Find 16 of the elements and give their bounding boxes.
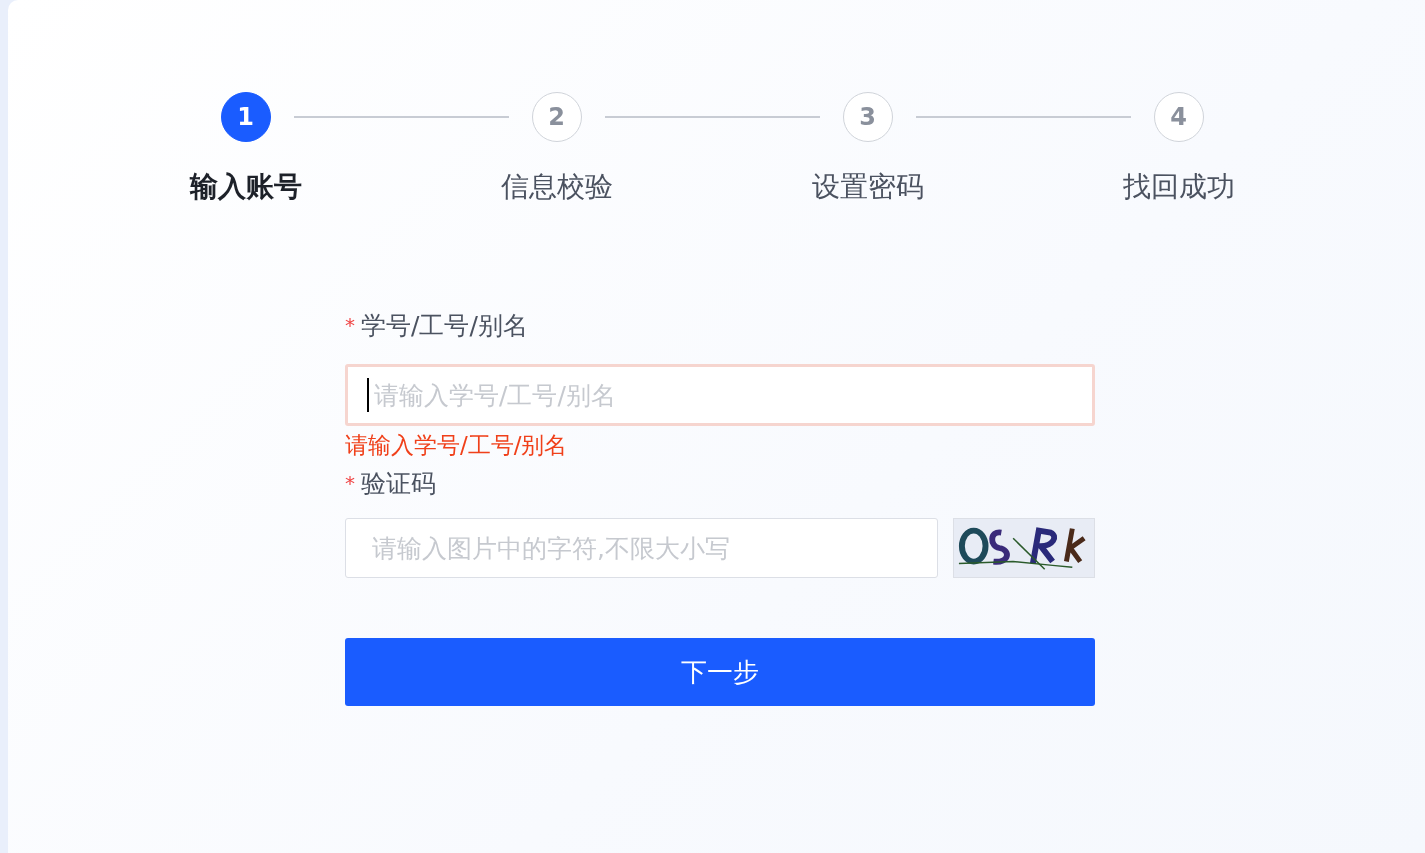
error-message: 请输入学号/工号/别名	[345, 431, 569, 460]
input-field[interactable]: 请输入图片中的字符,不限大小写	[345, 518, 938, 578]
step-label: 信息校验	[500, 169, 613, 205]
step-label: 设置密码	[811, 169, 924, 205]
field-label: 学号/工号/别名	[361, 309, 528, 342]
step-number: 1	[220, 92, 271, 142]
required-mark: *	[345, 313, 355, 337]
step-number: 2	[531, 92, 582, 142]
step-label: 输入账号	[189, 169, 302, 205]
step-number: 4	[1153, 92, 1204, 142]
step-label: 找回成功	[1122, 169, 1235, 205]
field-label: 验证码	[361, 467, 436, 500]
input-field[interactable]: 请输入学号/工号/别名	[345, 364, 1095, 426]
step-number: 3	[842, 92, 893, 142]
required-mark: *	[345, 471, 355, 495]
next-button[interactable]: 下一步	[345, 638, 1095, 706]
